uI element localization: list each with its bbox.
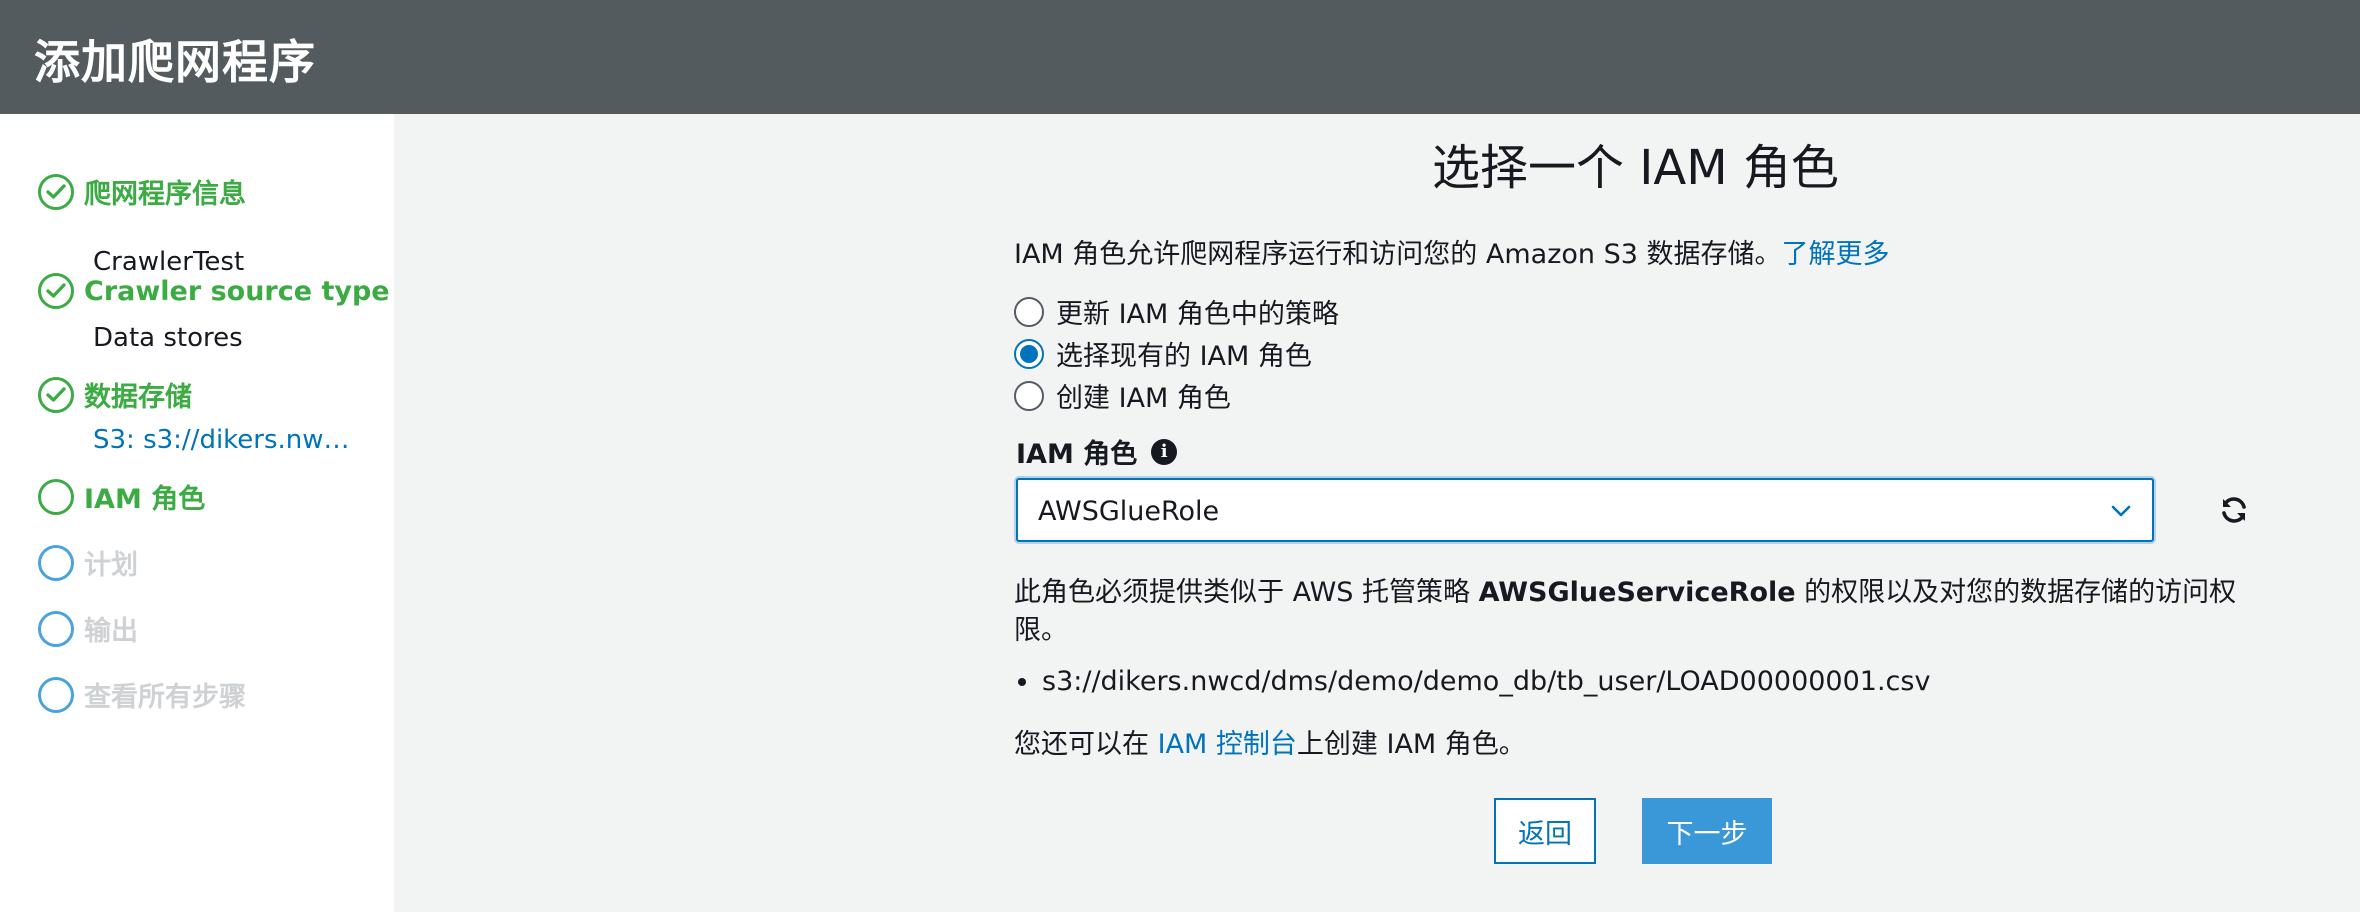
top-header: 添加爬网程序	[0, 0, 2360, 114]
radio-choose-existing[interactable]: 选择现有的 IAM 角色	[1014, 334, 1312, 373]
step-crawler-source-type[interactable]: Crawler source type	[38, 273, 390, 309]
hint-prefix: 您还可以在	[1014, 729, 1158, 760]
step-output: 输出	[38, 609, 138, 648]
step-crawler-info[interactable]: 爬网程序信息	[38, 172, 246, 211]
note-prefix: 此角色必须提供类似于 AWS 托管策略	[1014, 577, 1479, 608]
step-iam-role[interactable]: IAM 角色	[38, 477, 205, 516]
next-button[interactable]: 下一步	[1642, 798, 1772, 864]
policy-name: AWSGlueServiceRole	[1478, 577, 1796, 608]
circle-icon	[38, 544, 74, 581]
step-label: Crawler source type	[84, 275, 390, 307]
radio-label: 创建 IAM 角色	[1056, 383, 1231, 414]
check-circle-icon	[38, 376, 74, 413]
data-store-list-item: s3://dikers.nwcd/dms/demo/demo_db/tb_use…	[1014, 666, 1930, 697]
back-button[interactable]: 返回	[1494, 798, 1596, 864]
step-data-store[interactable]: 数据存储	[38, 375, 192, 414]
learn-more-link[interactable]: 了解更多	[1782, 239, 1890, 270]
hint-suffix: 上创建 IAM 角色。	[1296, 729, 1526, 760]
circle-icon	[38, 676, 74, 713]
section-title: 选择一个 IAM 角色	[1432, 140, 1839, 196]
iam-description: IAM 角色允许爬网程序运行和访问您的 Amazon S3 数据存储。了解更多	[1014, 232, 1890, 271]
wizard-steps-sidebar: 爬网程序信息 CrawlerTest Crawler source type D…	[0, 114, 394, 912]
refresh-icon[interactable]	[2218, 494, 2250, 530]
step-label: 输出	[84, 616, 138, 647]
step-data-store-link[interactable]: S3: s3://dikers.nwcd/dms/demo/demo_db/tb…	[93, 425, 363, 455]
permission-note: 此角色必须提供类似于 AWS 托管策略 AWSGlueServiceRole 的…	[1014, 574, 2244, 650]
check-circle-icon	[38, 173, 74, 210]
radio-button[interactable]	[1014, 380, 1044, 411]
selected-role-value: AWSGlueRole	[1038, 496, 1220, 527]
radio-button[interactable]	[1014, 296, 1044, 327]
step-review: 查看所有步骤	[38, 675, 246, 714]
bullet-dot	[1018, 677, 1026, 686]
description-text: IAM 角色允许爬网程序运行和访问您的 Amazon S3 数据存储。	[1014, 239, 1782, 270]
step-label: 查看所有步骤	[84, 682, 246, 713]
step-label: 计划	[84, 550, 138, 581]
chevron-down-icon	[2108, 498, 2134, 528]
iam-role-field-label: IAM 角色 i	[1016, 432, 1178, 471]
iam-console-link[interactable]: IAM 控制台	[1158, 729, 1297, 760]
step-schedule: 计划	[38, 543, 138, 582]
step-label: 爬网程序信息	[84, 179, 246, 210]
info-icon[interactable]: i	[1151, 438, 1178, 465]
step-source-type-value: Data stores	[93, 323, 243, 353]
radio-create-role[interactable]: 创建 IAM 角色	[1014, 376, 1231, 415]
check-circle-icon	[38, 273, 74, 309]
radio-label: 选择现有的 IAM 角色	[1056, 341, 1312, 372]
data-store-path: s3://dikers.nwcd/dms/demo/demo_db/tb_use…	[1042, 666, 1931, 697]
radio-label: 更新 IAM 角色中的策略	[1056, 299, 1339, 330]
radio-button-selected[interactable]	[1014, 338, 1044, 369]
circle-icon	[38, 610, 74, 647]
iam-role-select[interactable]: AWSGlueRole	[1016, 478, 2154, 542]
field-label-text: IAM 角色	[1016, 439, 1138, 470]
step-label: 数据存储	[84, 382, 192, 413]
radio-update-policy[interactable]: 更新 IAM 角色中的策略	[1014, 292, 1339, 331]
iam-console-hint: 您还可以在 IAM 控制台上创建 IAM 角色。	[1014, 722, 1526, 761]
page-header-title: 添加爬网程序	[34, 35, 316, 89]
circle-icon	[38, 478, 74, 515]
step-label: IAM 角色	[84, 484, 206, 515]
